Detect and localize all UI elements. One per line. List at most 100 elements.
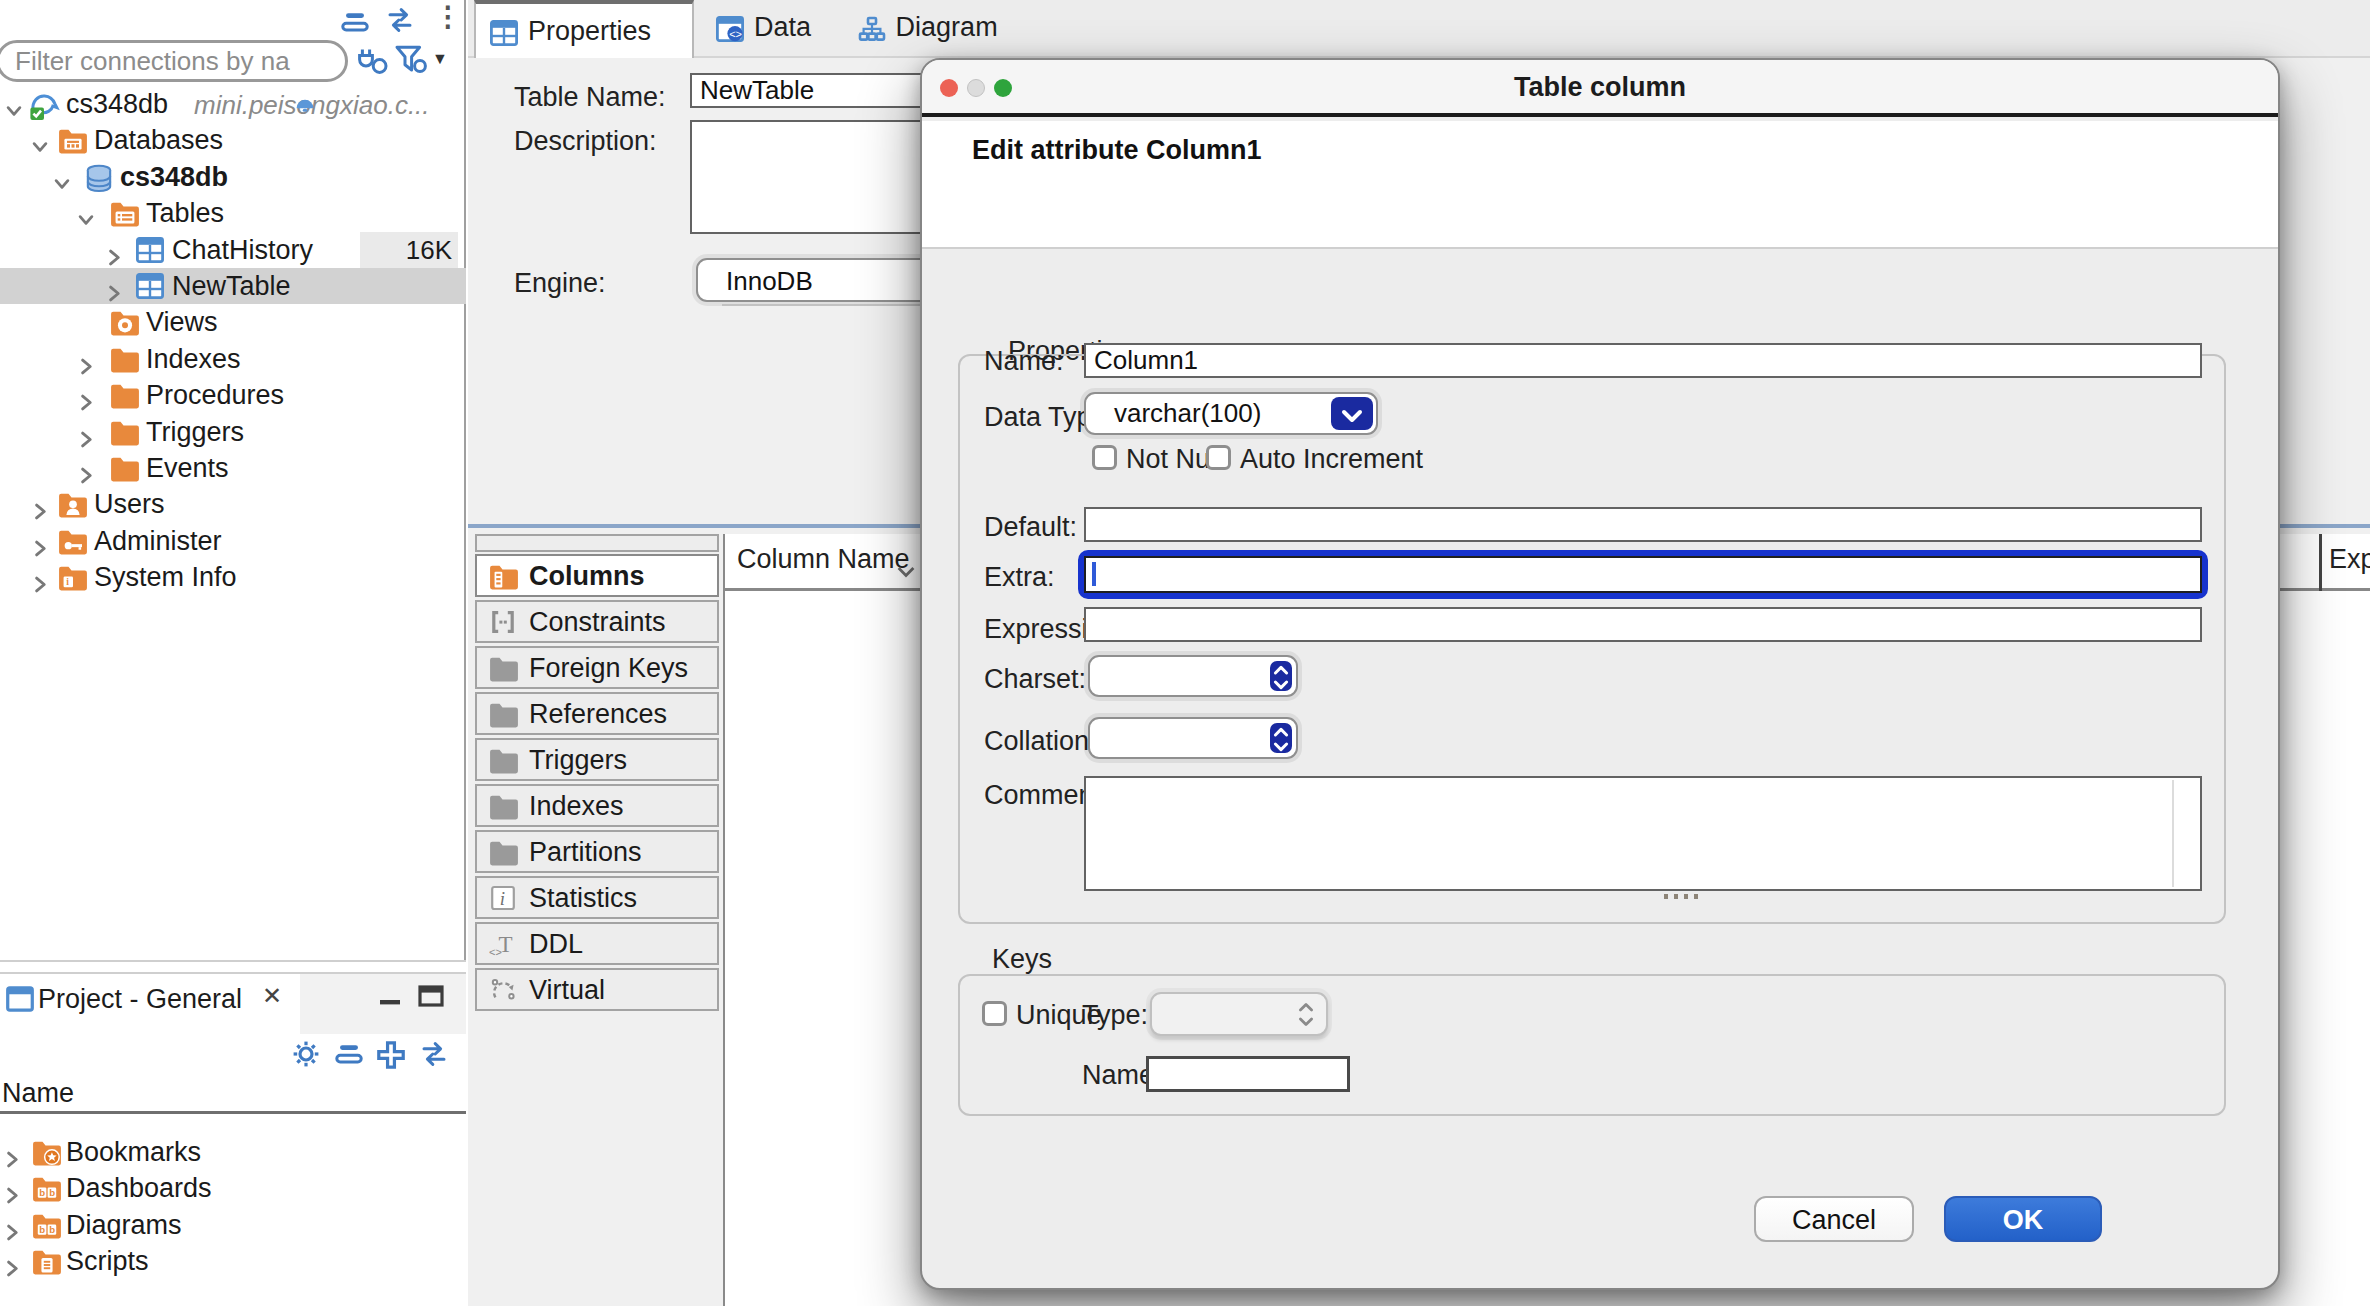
side-tab-ddl[interactable]: T<>DDL xyxy=(475,922,719,965)
auto-increment-checkbox[interactable] xyxy=(1206,445,1231,470)
not-null-checkbox[interactable] xyxy=(1092,445,1117,470)
resize-grip[interactable] xyxy=(1664,894,1698,899)
link-editor-icon[interactable] xyxy=(384,6,416,34)
datatype-combo[interactable]: varchar(100) xyxy=(1084,392,1378,435)
chevron-down-icon[interactable] xyxy=(1331,397,1373,430)
minimize-icon[interactable] xyxy=(378,990,402,1014)
side-tab-statistics[interactable]: i Statistics xyxy=(475,876,719,919)
tree-chevron-icon[interactable] xyxy=(76,202,96,226)
tree-chevron-icon[interactable] xyxy=(2,1141,22,1165)
tree-item-chathistory[interactable]: ChatHistory16K xyxy=(0,232,466,268)
svg-text:i: i xyxy=(66,577,69,588)
gear-icon[interactable] xyxy=(292,1040,320,1068)
editor-tab-data[interactable]: <>Data xyxy=(702,0,836,58)
side-tab-references[interactable]: References xyxy=(475,692,719,735)
column-name-header: Column Name xyxy=(737,544,910,575)
comment-textarea[interactable] xyxy=(1084,776,2202,891)
link-editor-icon[interactable] xyxy=(418,1040,450,1068)
editor-tab-diagram[interactable]: Diagram xyxy=(844,0,1021,58)
tree-item-users[interactable]: Users xyxy=(0,486,466,522)
project-tab-title[interactable]: Project - General xyxy=(38,984,242,1015)
tree-item-cs348db[interactable]: cs348db xyxy=(0,159,466,195)
project-tabbar: Project - General ✕ xyxy=(0,974,466,1028)
side-tab-partitions[interactable]: Partitions xyxy=(475,830,719,873)
unique-checkbox[interactable] xyxy=(982,1001,1007,1026)
tree-item-system-info[interactable]: iSystem Info xyxy=(0,559,466,595)
dlg-name-input[interactable] xyxy=(1084,343,2202,378)
tree-item-cs348db[interactable]: cs348dbmini.peisongxiao.c... xyxy=(0,86,466,122)
tree-item-procedures[interactable]: Procedures xyxy=(0,377,466,413)
tree-item-indexes[interactable]: Indexes xyxy=(0,341,466,377)
project-toolbar xyxy=(0,1036,466,1076)
tree-chevron-icon[interactable] xyxy=(30,566,50,590)
cancel-button[interactable]: Cancel xyxy=(1754,1196,1914,1242)
tree-chevron-icon[interactable] xyxy=(2,1250,22,1274)
ok-button[interactable]: OK xyxy=(1944,1196,2102,1242)
filter-dropdown-arrow[interactable]: ▼ xyxy=(432,50,448,68)
editor-tab-properties[interactable]: Properties xyxy=(474,0,694,58)
key-name-input[interactable] xyxy=(1146,1056,1350,1092)
tree-chevron-icon[interactable] xyxy=(104,239,124,263)
tree-chevron-icon[interactable] xyxy=(76,348,96,372)
tree-chevron-icon[interactable] xyxy=(30,493,50,517)
table-name-label: Table Name: xyxy=(514,82,666,113)
tree-item-triggers[interactable]: Triggers xyxy=(0,414,466,450)
extra-input[interactable] xyxy=(1078,550,2208,599)
tree-item-newtable[interactable]: NewTable xyxy=(0,268,466,304)
folder-grey-icon xyxy=(489,701,519,729)
collation-combo[interactable] xyxy=(1088,717,1298,759)
side-tab-columns[interactable]: Columns xyxy=(475,554,719,597)
tree-chevron-icon[interactable] xyxy=(52,166,72,190)
project-tab-icon xyxy=(6,986,34,1012)
tree-item-tables[interactable]: Tables xyxy=(0,195,466,231)
side-tab-triggers[interactable]: Triggers xyxy=(475,738,719,781)
svg-text:i: i xyxy=(500,888,505,909)
project-name-header[interactable]: Name xyxy=(0,1076,466,1114)
tree-chevron-icon[interactable] xyxy=(104,275,124,299)
tree-item-administer[interactable]: Administer xyxy=(0,523,466,559)
tree-item-events[interactable]: Events xyxy=(0,450,466,486)
key-type-combo[interactable] xyxy=(1150,992,1328,1036)
tree-chevron-icon[interactable] xyxy=(4,93,24,117)
tree-item-databases[interactable]: Databases xyxy=(0,122,466,158)
filter-connections-input[interactable] xyxy=(0,40,348,82)
menu-dots-icon[interactable]: ⋮ xyxy=(434,0,462,33)
project-item-scripts[interactable]: Scripts xyxy=(0,1243,466,1279)
tree-chevron-icon[interactable] xyxy=(76,421,96,445)
project-item-bookmarks[interactable]: Bookmarks xyxy=(0,1134,466,1170)
maximize-icon[interactable] xyxy=(418,984,444,1008)
dialog-titlebar[interactable]: Table column xyxy=(922,60,2278,117)
collapse-all-icon[interactable] xyxy=(340,8,370,36)
close-icon[interactable]: ✕ xyxy=(262,982,282,1010)
tree-chevron-icon[interactable] xyxy=(2,1177,22,1201)
folder-db-icon xyxy=(58,127,88,155)
sort-chevron-icon[interactable] xyxy=(895,556,917,587)
tree-chevron-icon[interactable] xyxy=(30,129,50,153)
expand-plus-icon[interactable] xyxy=(376,1040,406,1070)
project-item-diagrams[interactable]: bbDiagrams xyxy=(0,1207,466,1243)
tree-chevron-icon[interactable] xyxy=(76,457,96,481)
side-tab-virtual[interactable]: Virtual xyxy=(475,968,719,1011)
side-tab-constraints[interactable]: Constraints xyxy=(475,600,719,643)
spinner-icon[interactable] xyxy=(1270,661,1292,691)
spinner-icon[interactable] xyxy=(1270,723,1292,753)
stats-icon: i xyxy=(489,885,517,911)
charset-combo[interactable] xyxy=(1088,655,1298,697)
default-input[interactable] xyxy=(1084,507,2202,542)
connect-plug-icon[interactable] xyxy=(356,44,388,76)
expression-input[interactable] xyxy=(1084,607,2202,642)
folder-grey-icon xyxy=(489,655,519,683)
tree-chevron-icon[interactable] xyxy=(30,530,50,554)
tree-item-views[interactable]: Views xyxy=(0,304,466,340)
mysql-connection-icon xyxy=(28,91,58,119)
filter-funnel-icon[interactable] xyxy=(394,44,428,76)
side-tab-foreign-keys[interactable]: Foreign Keys xyxy=(475,646,719,689)
dlg-name-label: Name: xyxy=(984,346,1064,377)
collapse-all-icon[interactable] xyxy=(334,1040,364,1068)
tree-chevron-icon[interactable] xyxy=(76,384,96,408)
tab-data-icon: <> xyxy=(716,16,746,42)
side-tab-label: Statistics xyxy=(529,883,637,914)
tree-chevron-icon[interactable] xyxy=(2,1214,22,1238)
project-item-dashboards[interactable]: bbDashboards xyxy=(0,1170,466,1206)
side-tab-indexes[interactable]: Indexes xyxy=(475,784,719,827)
